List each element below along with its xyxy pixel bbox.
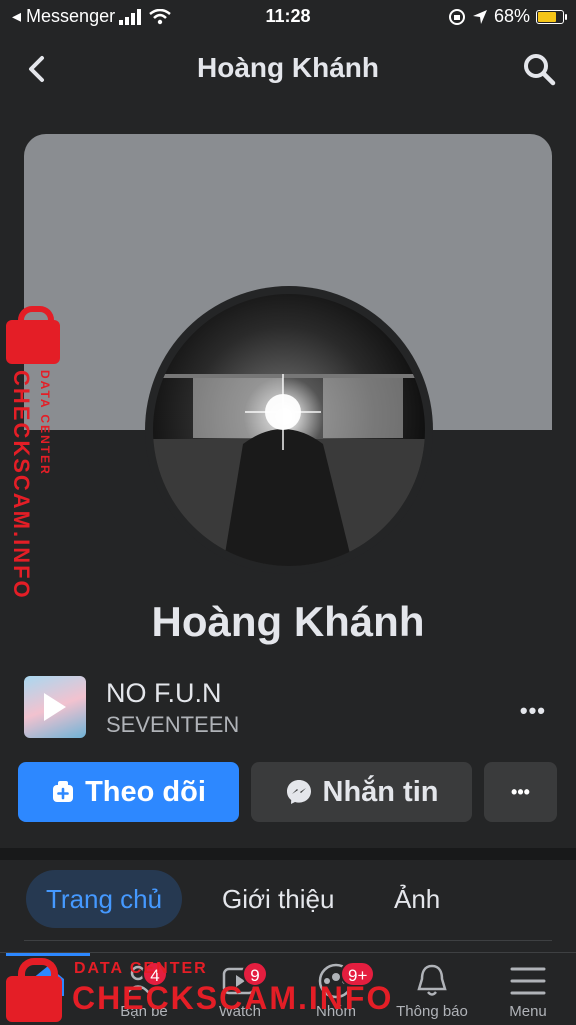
avatar-photo [153,294,425,566]
messenger-icon [286,780,311,804]
watermark-vertical: CHECKSCAM.INFO DATA CENTER [2,306,60,600]
play-icon[interactable] [44,693,66,721]
tabs-underline [24,940,552,941]
watermark-bottom-sub: DATA CENTER [74,960,208,977]
message-label: Nhắn tin [322,775,439,808]
tab-photos[interactable]: Ảnh [394,870,440,928]
watermark-lock-icon [6,958,62,1022]
watermark-bottom: DATA CENTER CHECKSCAM.INFO [0,950,391,1024]
watermark-vertical-main: CHECKSCAM.INFO [9,370,34,600]
follow-label: Theo dõi [85,775,206,808]
follow-button[interactable]: Theo dõi [18,762,239,822]
bell-icon [417,964,447,996]
profile-avatar[interactable] [145,286,433,574]
location-icon [472,9,487,24]
profile-tabs: Trang chủ Giới thiệu Ảnh [0,862,576,940]
nav-menu-label: Menu [509,1003,547,1020]
follow-icon [53,781,74,802]
menu-icon [510,967,546,995]
header-title: Hoàng Khánh [197,52,379,83]
more-dots-icon: ••• [511,781,530,802]
status-right: 68% [448,6,567,27]
nav-notifications[interactable]: Thông báo [384,953,480,1025]
avatar-photo-scene [153,374,425,566]
nav-menu[interactable]: Menu [480,953,576,1025]
tab-about[interactable]: Giới thiệu [222,870,334,928]
profile-name: Hoàng Khánh [151,598,425,645]
song-artist: SEVENTEEN [106,712,240,737]
watermark-vertical-sub: DATA CENTER [38,370,52,476]
profile-music[interactable]: NO F.U.N SEVENTEEN ••• [24,676,576,740]
tab-home[interactable]: Trang chủ [26,870,183,928]
profile-header: Hoàng Khánh [0,34,576,106]
album-cover[interactable] [24,676,86,738]
message-button[interactable]: Nhắn tin [251,762,472,822]
nav-notifications-label: Thông báo [396,1003,468,1020]
search-icon[interactable] [522,52,556,86]
status-bar: ◂ Messenger 11:28 68% [0,0,576,34]
song-title: NO F.U.N [106,678,222,708]
watermark-bottom-main: CHECKSCAM.INFO [72,980,394,1016]
more-button[interactable]: ••• [484,762,557,822]
watermark-lock-icon [6,306,60,364]
rotation-lock-icon [448,8,465,25]
music-more-icon[interactable]: ••• [520,698,546,724]
battery-percent: 68% [493,6,530,26]
section-divider [0,848,576,860]
battery-icon [536,9,567,24]
